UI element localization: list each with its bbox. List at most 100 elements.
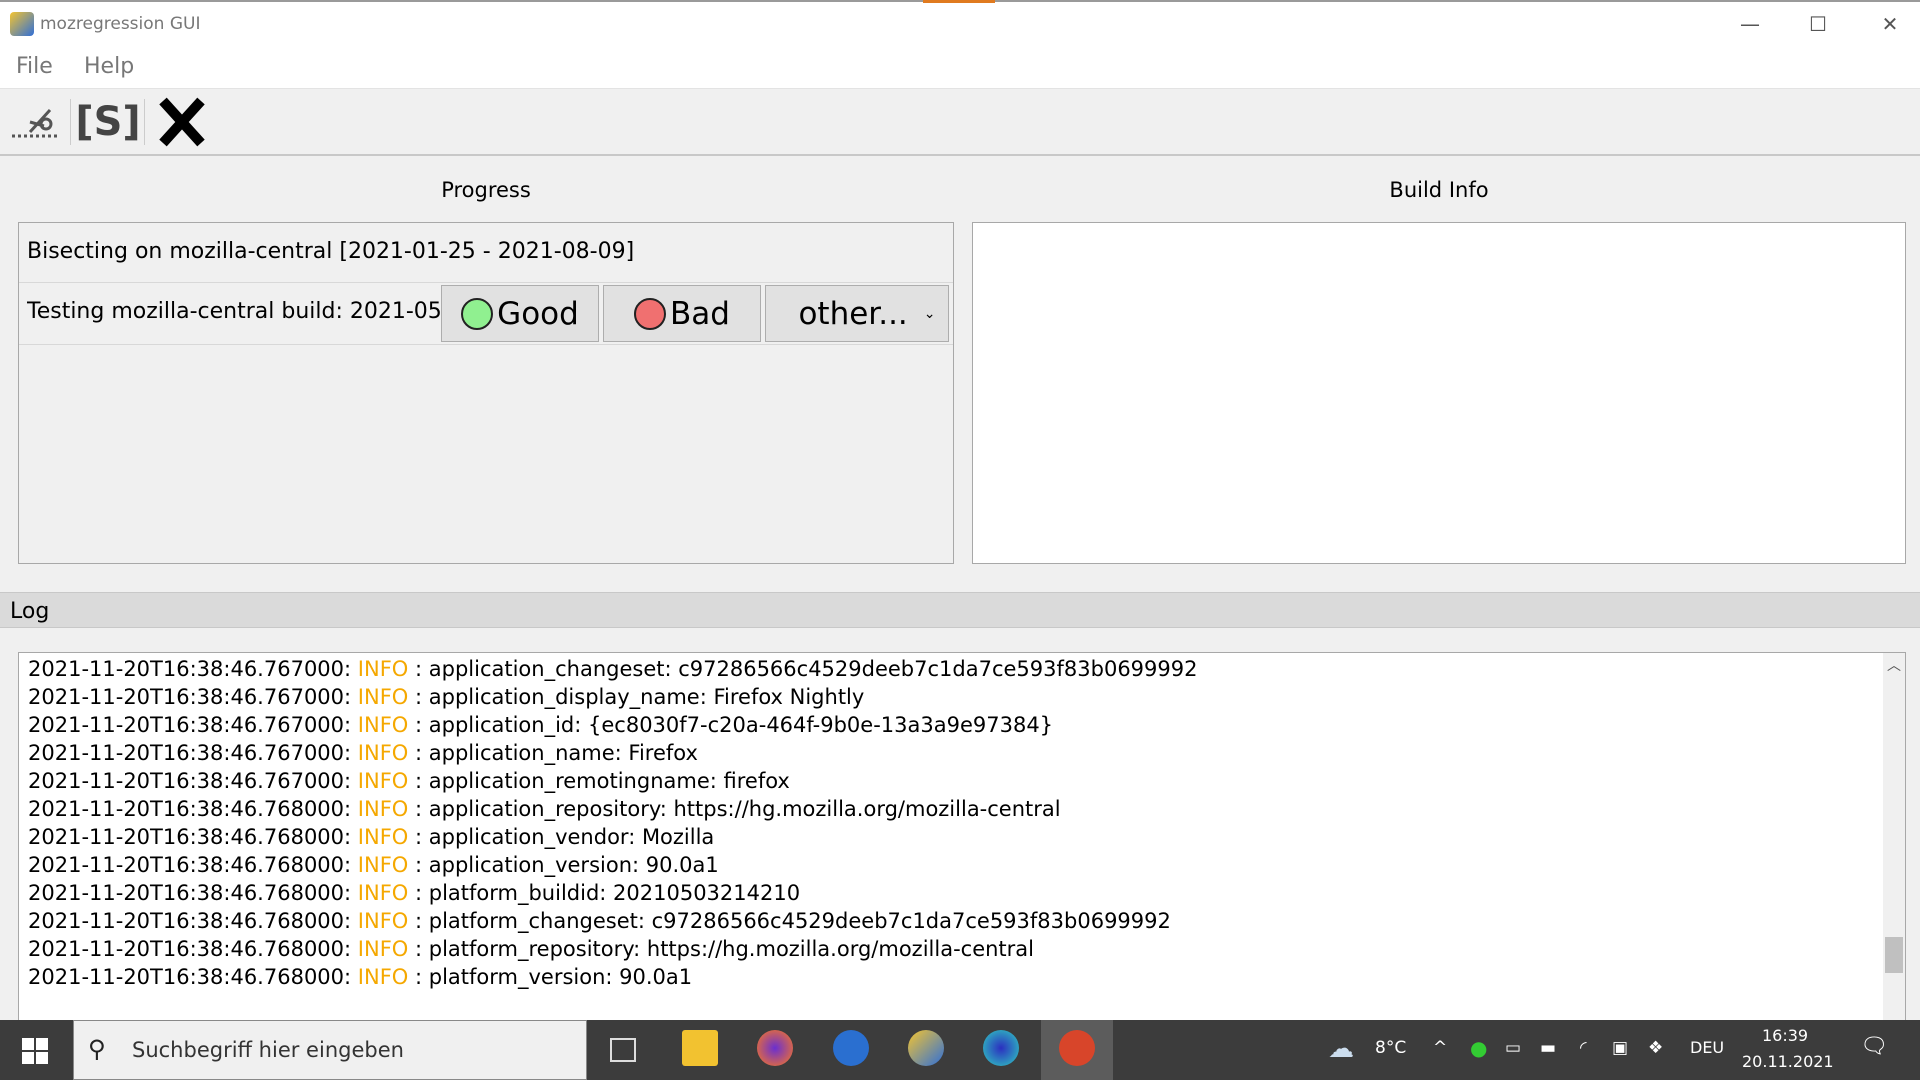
battery-icon[interactable]: ▭	[1505, 1038, 1521, 1058]
log-level: INFO	[357, 741, 409, 765]
task-view-icon[interactable]	[610, 1038, 636, 1062]
clock-time[interactable]: 16:39	[1762, 1026, 1808, 1045]
tray-chevron-icon[interactable]: ^	[1433, 1038, 1447, 1058]
good-button[interactable]: Good	[441, 285, 599, 342]
bad-dot-icon	[634, 297, 667, 330]
search-placeholder: Suchbegriff hier eingeben	[132, 1038, 404, 1062]
log-scrollbar[interactable]: ︿	[1883, 653, 1905, 1021]
notifications-icon[interactable]: 🗨	[1860, 1034, 1888, 1059]
scroll-thumb[interactable]	[1885, 937, 1903, 973]
log-timestamp: 2021-11-20T16:38:46.768000:	[28, 965, 352, 989]
single-run-icon[interactable]: [S]	[75, 95, 140, 149]
progress-panel: Bisecting on mozilla-central [2021-01-25…	[18, 222, 954, 564]
log-level: INFO	[357, 881, 409, 905]
log-timestamp: 2021-11-20T16:38:46.768000:	[28, 797, 352, 821]
bisect-button[interactable]	[8, 95, 62, 149]
log-timestamp: 2021-11-20T16:38:46.767000:	[28, 713, 352, 737]
log-message: : platform_repository: https://hg.mozill…	[415, 937, 1034, 961]
menu-file[interactable]: File	[16, 54, 53, 79]
log-line: 2021-11-20T16:38:46.768000: INFO : appli…	[28, 823, 714, 851]
active-app-button[interactable]	[1041, 1020, 1113, 1080]
log-timestamp: 2021-11-20T16:38:46.768000:	[28, 909, 352, 933]
log-level: INFO	[357, 825, 409, 849]
log-timestamp: 2021-11-20T16:38:46.767000:	[28, 741, 352, 765]
build-info-panel	[972, 222, 1906, 564]
weather-icon[interactable]: ☁	[1328, 1034, 1354, 1064]
scroll-up-icon[interactable]: ︿	[1887, 655, 1901, 675]
firefox-icon[interactable]	[757, 1030, 793, 1066]
good-label: Good	[497, 295, 579, 332]
stop-icon	[159, 97, 205, 147]
stop-button[interactable]	[154, 95, 210, 149]
bisect-row: Bisecting on mozilla-central [2021-01-25…	[19, 223, 953, 283]
weather-temp[interactable]: 8°C	[1375, 1038, 1406, 1058]
log-line: 2021-11-20T16:38:46.767000: INFO : appli…	[28, 767, 790, 795]
build-info-label: Build Info	[1389, 178, 1489, 202]
log-level: INFO	[357, 797, 409, 821]
security-check-icon[interactable]: ●	[1470, 1036, 1487, 1060]
power-icon[interactable]: ▬	[1540, 1038, 1556, 1058]
log-level: INFO	[357, 853, 409, 877]
taskbar: ⚲ Suchbegriff hier eingeben ☁ 8°C ^ ● ▭ …	[0, 1020, 1920, 1080]
log-message: : application_id: {ec8030f7-c20a-464f-9b…	[415, 713, 1054, 737]
log-level: INFO	[357, 909, 409, 933]
log-line: 2021-11-20T16:38:46.767000: INFO : appli…	[28, 739, 698, 767]
log-timestamp: 2021-11-20T16:38:46.768000:	[28, 825, 352, 849]
other-dropdown[interactable]: other... ⌄	[765, 285, 949, 342]
log-line: 2021-11-20T16:38:46.768000: INFO : platf…	[28, 963, 692, 991]
log-message: : application_vendor: Mozilla	[415, 825, 715, 849]
bisecting-text: Bisecting on mozilla-central [2021-01-25…	[27, 239, 635, 264]
wifi-icon[interactable]: ◜	[1580, 1038, 1587, 1058]
log-line: 2021-11-20T16:38:46.768000: INFO : platf…	[28, 935, 1034, 963]
maximize-button[interactable]: ☐	[1798, 8, 1838, 40]
chevron-down-icon: ⌄	[923, 305, 936, 322]
log-timestamp: 2021-11-20T16:38:46.768000:	[28, 853, 352, 877]
log-message: : application_remotingname: firefox	[415, 769, 790, 793]
log-line: 2021-11-20T16:38:46.768000: INFO : appli…	[28, 795, 1061, 823]
log-message: : application_changeset: c97286566c4529d…	[415, 657, 1198, 681]
log-view: ︿ 2021-11-20T16:38:46.767000: INFO : app…	[18, 652, 1906, 1022]
log-line: 2021-11-20T16:38:46.767000: INFO : appli…	[28, 683, 864, 711]
scissors-icon	[12, 108, 58, 138]
log-timestamp: 2021-11-20T16:38:46.767000:	[28, 685, 352, 709]
bad-button[interactable]: Bad	[603, 285, 761, 342]
log-message: : platform_buildid: 20210503214210	[415, 881, 801, 905]
close-button[interactable]: ✕	[1870, 8, 1910, 40]
file-explorer-icon[interactable]	[682, 1030, 718, 1066]
mozregression-icon[interactable]	[908, 1030, 944, 1066]
log-level: INFO	[357, 685, 409, 709]
language-indicator[interactable]: DEU	[1690, 1038, 1724, 1057]
log-level: INFO	[357, 657, 409, 681]
log-timestamp: 2021-11-20T16:38:46.767000:	[28, 769, 352, 793]
log-timestamp: 2021-11-20T16:38:46.767000:	[28, 657, 352, 681]
log-timestamp: 2021-11-20T16:38:46.768000:	[28, 937, 352, 961]
menu-help[interactable]: Help	[84, 54, 134, 79]
log-message: : platform_changeset: c97286566c4529deeb…	[415, 909, 1171, 933]
thunderbird-icon[interactable]	[833, 1030, 869, 1066]
network-icon[interactable]: ▣	[1612, 1038, 1628, 1058]
title-bar: mozregression GUI — ☐ ✕	[0, 0, 1920, 46]
bad-label: Bad	[670, 295, 730, 332]
mozregression-gui-icon	[1059, 1030, 1095, 1066]
windows-start-icon[interactable]	[22, 1038, 48, 1064]
log-level: INFO	[357, 769, 409, 793]
log-message: : application_repository: https://hg.moz…	[415, 797, 1061, 821]
minimize-button[interactable]: —	[1730, 8, 1770, 40]
log-level: INFO	[357, 965, 409, 989]
log-message: : application_display_name: Firefox Nigh…	[415, 685, 865, 709]
firefox-nightly-icon[interactable]	[983, 1030, 1019, 1066]
search-icon: ⚲	[88, 1035, 106, 1063]
toolbar: [S]	[0, 88, 1920, 156]
log-line: 2021-11-20T16:38:46.768000: INFO : platf…	[28, 879, 800, 907]
log-message: : application_version: 90.0a1	[415, 853, 719, 877]
log-line: 2021-11-20T16:38:46.768000: INFO : platf…	[28, 907, 1171, 935]
log-header: Log	[0, 592, 1920, 628]
clock-date[interactable]: 20.11.2021	[1742, 1052, 1834, 1071]
other-label: other...	[798, 295, 908, 332]
log-label: Log	[10, 599, 50, 624]
log-line: 2021-11-20T16:38:46.767000: INFO : appli…	[28, 711, 1053, 739]
title-accent	[923, 0, 995, 3]
dropbox-icon[interactable]: ❖	[1648, 1038, 1663, 1058]
log-level: INFO	[357, 937, 409, 961]
taskbar-search[interactable]: ⚲ Suchbegriff hier eingeben	[73, 1020, 587, 1080]
